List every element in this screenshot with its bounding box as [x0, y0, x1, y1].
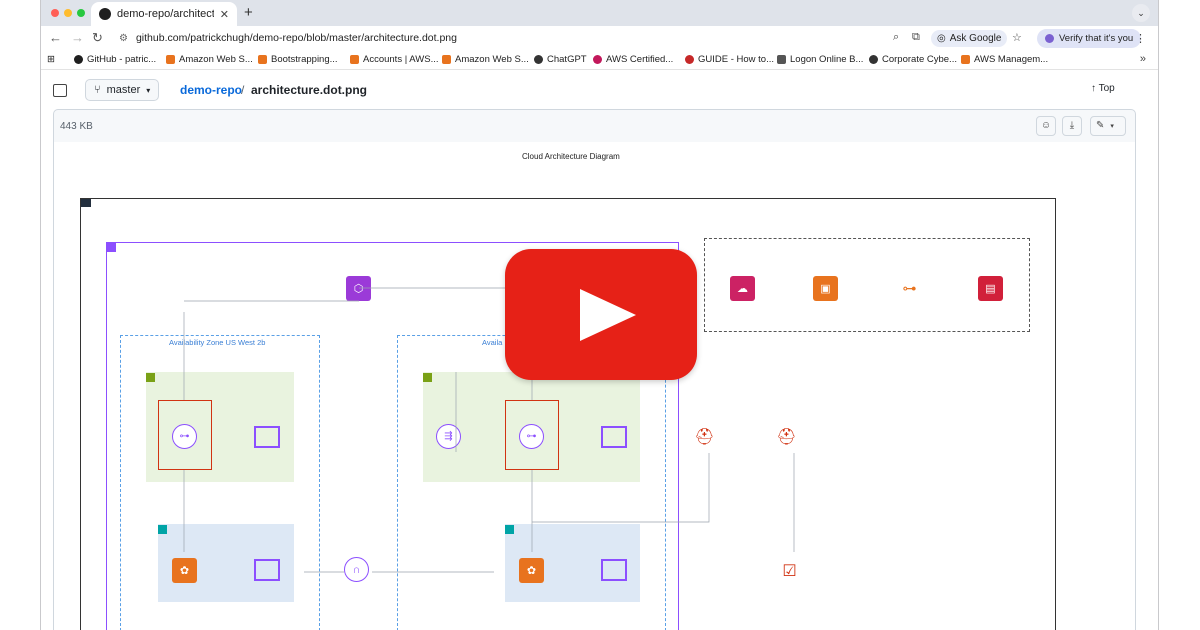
ask-google-button[interactable]: ◎ Ask Google [931, 30, 1008, 47]
minimize-window-button[interactable] [64, 9, 72, 17]
tab-search-icon[interactable]: ⌄ [1132, 4, 1150, 22]
branch-selector[interactable]: ⑂ master ▾ [85, 79, 160, 101]
verify-label: Verify that it's you [1059, 33, 1134, 44]
ask-google-label: Ask Google [949, 33, 1002, 44]
tab-title: demo-repo/architecture.d [117, 8, 214, 20]
more-icon[interactable]: ⋮ [1135, 32, 1146, 45]
aws-icon [166, 55, 175, 64]
connector-line [183, 287, 533, 552]
bookmark-item[interactable]: AWS Managem... [961, 54, 1048, 65]
aws-icon [350, 55, 359, 64]
url-text: github.com/patrickchugh/demo-repo/blob/m… [135, 32, 457, 44]
back-icon[interactable]: ← [49, 30, 62, 45]
lens-icon: ◎ [937, 33, 946, 44]
close-tab-icon[interactable]: ✕ [220, 8, 229, 21]
bookmark-item[interactable]: AWS Certified... [593, 54, 673, 65]
file-tree-toggle-icon[interactable] [53, 84, 67, 97]
tab-strip: demo-repo/architecture.d ✕ + ⌄ [41, 0, 1158, 26]
bookmark-item[interactable]: ChatGPT [534, 54, 587, 65]
bookmark-label: Corporate Cybe... [882, 54, 957, 65]
more-bookmarks-icon[interactable]: » [1140, 53, 1146, 65]
image-viewer: Cloud Architecture Diagram ☁ ▣ ⊶ ▤ ⬡ Ava… [53, 142, 1136, 630]
globe-icon [869, 55, 878, 64]
video-play-button[interactable] [505, 249, 697, 380]
chevron-down-icon: ▾ [1110, 123, 1114, 130]
breadcrumb-filename: architecture.dot.png [251, 83, 368, 97]
reload-icon[interactable]: ↻ [92, 30, 103, 46]
aws-icon [442, 55, 451, 64]
bookmark-label: Logon Online B... [790, 54, 864, 65]
aws-icon [961, 55, 970, 64]
maximize-window-button[interactable] [77, 9, 85, 17]
zoom-icon[interactable]: ⌕ [893, 31, 899, 44]
bookmark-label: AWS Certified... [606, 54, 674, 65]
bookmark-item[interactable]: Logon Online B... [777, 54, 863, 65]
bookmark-label: Accounts | AWS... [363, 54, 439, 65]
address-bar[interactable]: ⚙ github.com/patrickchugh/demo-repo/blob… [111, 28, 871, 48]
file-size: 443 KB [60, 121, 93, 132]
bookmark-label: GitHub - patric... [87, 54, 157, 65]
close-window-button[interactable] [51, 9, 59, 17]
bookmark-item[interactable]: Accounts | AWS... [350, 54, 439, 65]
branch-name: master [106, 84, 141, 96]
diagram-connectors [183, 287, 795, 573]
file-header: 443 KB ☺ ⤓ ✎ ▾ [53, 109, 1136, 143]
bookmark-label: Amazon Web S... [455, 54, 529, 65]
architecture-diagram-image: Cloud Architecture Diagram ☁ ▣ ⊶ ▤ ⬡ Ava… [54, 142, 1135, 630]
breadcrumb-repo-link[interactable]: demo-repo [180, 83, 242, 97]
new-tab-button[interactable]: + [244, 4, 253, 21]
play-icon [580, 289, 636, 341]
bookmark-label: Bootstrapping... [271, 54, 338, 65]
branch-icon: ⑂ [94, 84, 101, 96]
guide-icon [685, 55, 694, 64]
bookmark-item[interactable]: Amazon Web S... [166, 54, 253, 65]
copilot-icon[interactable]: ☺ [1036, 116, 1056, 136]
verify-button[interactable]: Verify that it's you [1037, 29, 1142, 48]
profile-icon [1045, 34, 1054, 43]
forward-icon[interactable]: → [71, 30, 84, 45]
chatgpt-icon [534, 55, 543, 64]
logon-icon [777, 55, 786, 64]
bookmark-label: Amazon Web S... [179, 54, 253, 65]
bookmark-label: GUIDE - How to... [698, 54, 775, 65]
bookmark-item[interactable]: Bootstrapping... [258, 54, 338, 65]
bookmark-item[interactable]: Corporate Cybe... [869, 54, 957, 65]
arrow-up-icon: ↑ [1091, 83, 1099, 94]
github-icon [74, 55, 83, 64]
bookmark-label: ChatGPT [547, 54, 587, 65]
tab-active[interactable]: demo-repo/architecture.d ✕ [91, 2, 237, 26]
top-link[interactable]: ↑ Top [1091, 83, 1115, 94]
site-info-icon[interactable]: ⚙ [119, 33, 128, 44]
bookmark-item[interactable]: GitHub - patric... [74, 54, 156, 65]
certification-icon [593, 55, 602, 64]
download-icon[interactable]: ⤓ [1062, 116, 1082, 136]
aws-icon [258, 55, 267, 64]
top-label: Top [1098, 83, 1115, 94]
browser-window: demo-repo/architecture.d ✕ + ⌄ ← → ↻ ⚙ g… [40, 0, 1159, 630]
bookmark-item[interactable]: GUIDE - How to... [685, 54, 774, 65]
github-icon [99, 8, 111, 20]
bookmarks-bar: ⊞ GitHub - patric... Amazon Web S... Boo… [41, 50, 1158, 70]
bookmark-label: AWS Managem... [974, 54, 1049, 65]
bookmark-item[interactable]: Amazon Web S... [442, 54, 529, 65]
apps-icon[interactable]: ⊞ [47, 54, 55, 65]
edit-button[interactable]: ✎ ▾ [1090, 116, 1126, 136]
breadcrumb-separator: / [241, 83, 245, 97]
screen: demo-repo/architecture.d ✕ + ⌄ ← → ↻ ⚙ g… [0, 0, 1200, 630]
toolbar: ← → ↻ ⚙ github.com/patrickchugh/demo-rep… [41, 26, 1158, 50]
cast-icon[interactable]: ⧉ [912, 31, 920, 44]
chevron-down-icon: ▾ [146, 85, 151, 95]
connector-line [304, 372, 795, 573]
pencil-icon: ✎ [1096, 120, 1105, 131]
bookmark-star-icon[interactable]: ☆ [1012, 31, 1022, 44]
